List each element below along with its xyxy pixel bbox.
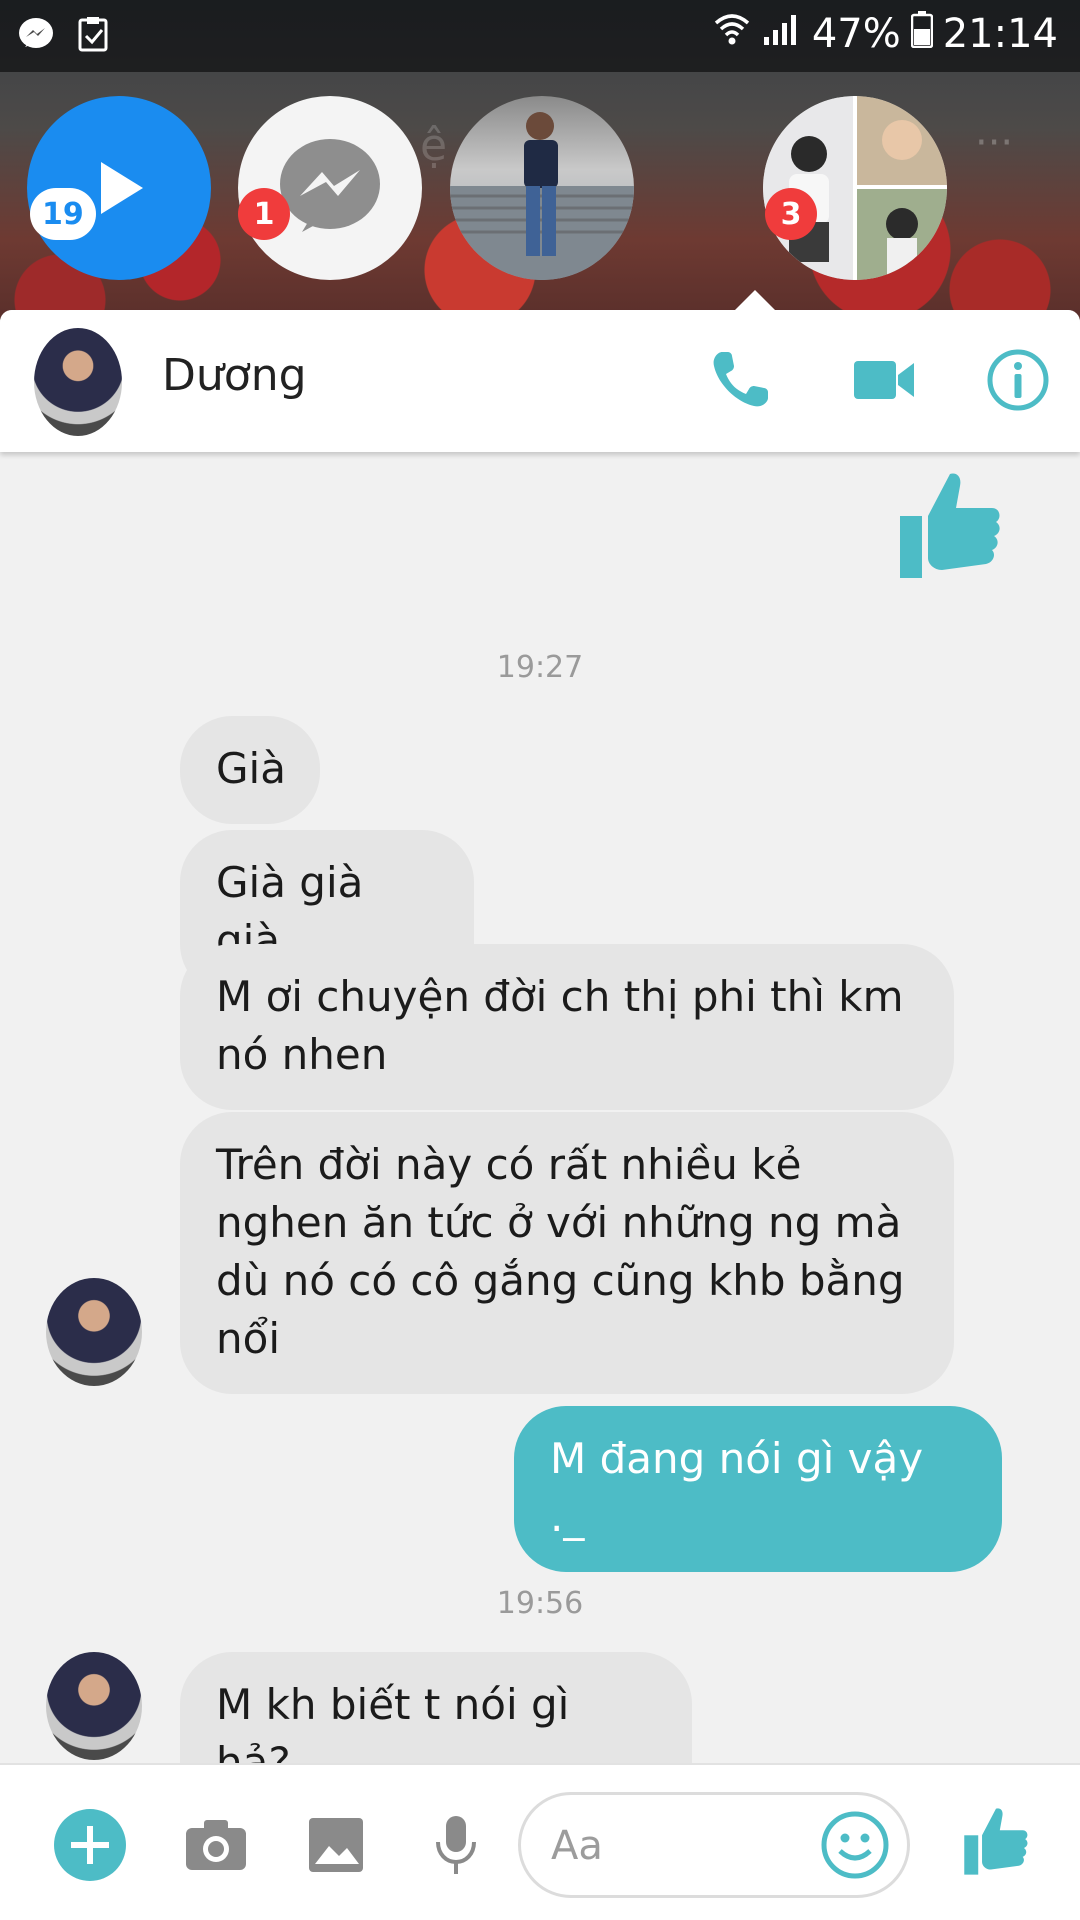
video-camera-icon: [854, 361, 914, 399]
gallery-button[interactable]: [298, 1807, 374, 1883]
contact-avatar[interactable]: [34, 328, 122, 436]
info-icon: [987, 349, 1049, 411]
status-notifications: [16, 14, 114, 54]
message-input[interactable]: [551, 1817, 801, 1875]
thumbs-up-icon: [900, 473, 1000, 578]
image-icon: [309, 1818, 363, 1872]
clock: 21:14: [942, 11, 1058, 57]
chat-head-contact-photo[interactable]: [450, 96, 634, 280]
voice-message-button[interactable]: [418, 1807, 494, 1883]
thumbs-up-icon: [964, 1808, 1028, 1875]
messenger-logo-icon: [280, 139, 380, 232]
emoji-button[interactable]: [819, 1809, 891, 1881]
battery-icon: [910, 10, 933, 58]
unread-badge-messenger: 1: [238, 188, 290, 240]
message-input-container: [518, 1792, 910, 1898]
camera-icon: [186, 1820, 246, 1870]
contact-name[interactable]: Dương: [162, 350, 307, 401]
conversation-header: Dương: [0, 310, 1080, 452]
sender-avatar[interactable]: [46, 1652, 142, 1760]
plus-circle-icon: [54, 1809, 126, 1881]
more-actions-button[interactable]: [52, 1807, 128, 1883]
active-head-pointer: [735, 290, 775, 310]
messenger-notification-icon: [16, 14, 56, 54]
sender-avatar[interactable]: [46, 1278, 142, 1386]
send-like-button[interactable]: [958, 1803, 1034, 1879]
unread-badge-group: 3: [765, 188, 817, 240]
camera-button[interactable]: [178, 1807, 254, 1883]
incoming-message[interactable]: Già: [180, 716, 320, 824]
video-call-button[interactable]: [846, 342, 922, 418]
message-composer: [0, 1763, 1080, 1920]
sent-like-sticker[interactable]: [898, 470, 1002, 580]
microphone-icon: [436, 1816, 476, 1874]
battery-percent: 47%: [811, 11, 901, 57]
wifi-icon: [712, 11, 752, 57]
task-checklist-icon: [74, 14, 114, 54]
outgoing-message[interactable]: M đang nói gì vậy ._: [514, 1406, 1002, 1572]
conversation-info-button[interactable]: [980, 342, 1056, 418]
incoming-message[interactable]: M ơi chuyện đời ch thị phi thì km nó nhe…: [180, 944, 954, 1110]
voice-call-button[interactable]: [702, 342, 778, 418]
message-timestamp: 19:27: [496, 650, 584, 685]
play-icon: [101, 162, 143, 214]
smiley-icon: [821, 1811, 889, 1879]
unread-badge-video: 19: [30, 188, 96, 240]
signal-icon: [762, 11, 802, 57]
contact-photo-icon: [450, 112, 634, 280]
status-system-info: 47% 21:14: [712, 10, 1058, 58]
status-bar: 47% 21:14: [0, 0, 1080, 72]
phone-icon: [713, 352, 768, 407]
message-timestamp: 19:56: [496, 1586, 584, 1621]
chat-heads-bar: 19 1 3: [0, 96, 1080, 286]
incoming-message[interactable]: Trên đời này có rất nhiều kẻ nghen ăn tứ…: [180, 1112, 954, 1394]
